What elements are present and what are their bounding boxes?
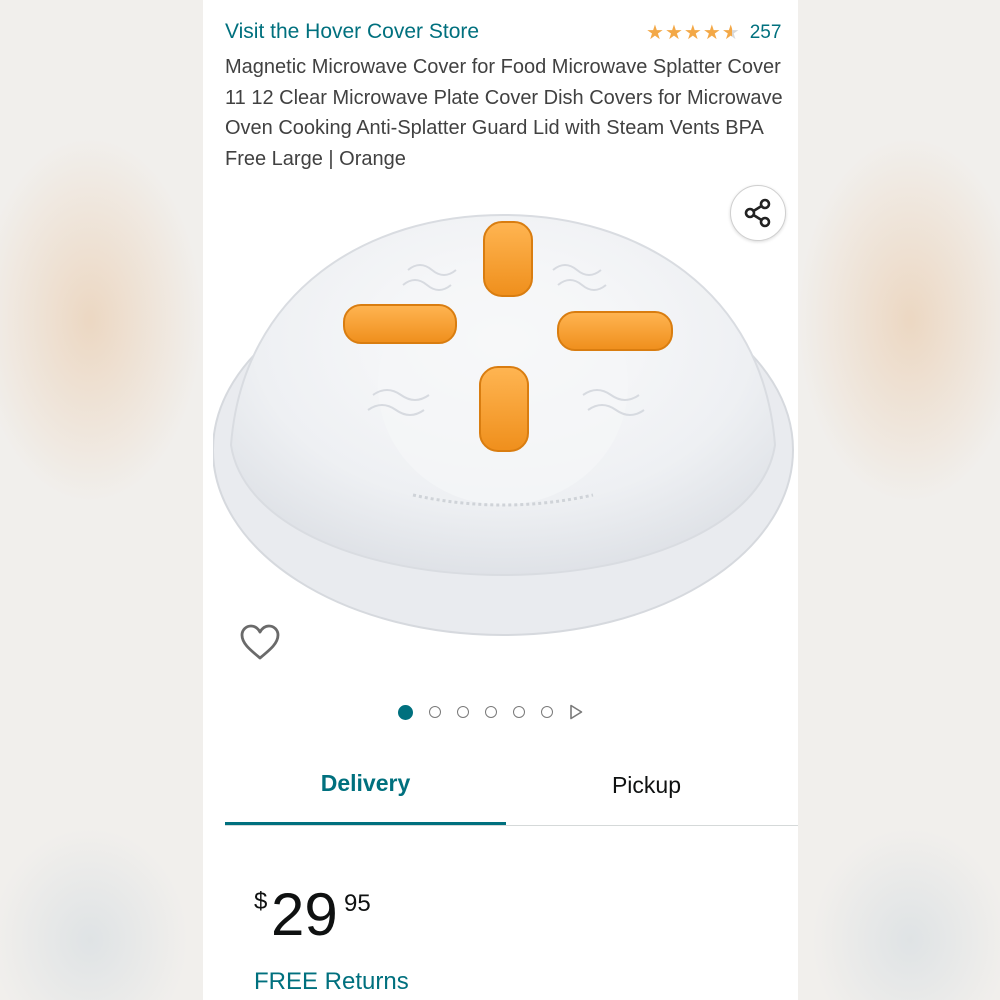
rating[interactable]: ★ ★ ★ ★ ★ 257 <box>646 22 781 44</box>
star-icon: ★ <box>664 22 683 44</box>
carousel-dot[interactable] <box>457 706 469 718</box>
half-star-icon: ★ <box>721 22 740 44</box>
tab-delivery[interactable]: Delivery <box>225 745 506 825</box>
tab-pickup[interactable]: Pickup <box>506 745 787 825</box>
carousel-dot[interactable] <box>513 706 525 718</box>
price-fraction: 95 <box>344 890 371 917</box>
star-icon: ★ <box>702 22 721 44</box>
share-icon <box>744 198 771 228</box>
star-icon: ★ <box>683 22 702 44</box>
free-returns-link[interactable]: FREE Returns <box>254 968 409 996</box>
star-icon: ★ <box>646 22 664 44</box>
heart-icon[interactable] <box>239 622 281 664</box>
price-symbol: $ <box>254 888 268 915</box>
carousel-dots <box>398 704 583 720</box>
price-whole: 29 <box>271 881 338 948</box>
store-link[interactable]: Visit the Hover Cover Store <box>225 20 479 44</box>
carousel-dot[interactable] <box>429 706 441 718</box>
star-rating: ★ ★ ★ ★ ★ <box>646 23 740 43</box>
rating-count[interactable]: 257 <box>750 22 782 44</box>
carousel-dot[interactable] <box>485 706 497 718</box>
product-panel: Visit the Hover Cover Store ★ ★ ★ ★ ★ 25… <box>203 0 798 1000</box>
fulfillment-tabs: Delivery Pickup <box>225 745 798 826</box>
product-image[interactable] <box>213 195 798 645</box>
carousel-dot[interactable] <box>398 704 413 720</box>
carousel-dot[interactable] <box>541 706 553 718</box>
share-button[interactable] <box>730 185 786 241</box>
play-next-icon[interactable] <box>569 704 583 720</box>
product-title: Magnetic Microwave Cover for Food Microw… <box>225 56 783 170</box>
